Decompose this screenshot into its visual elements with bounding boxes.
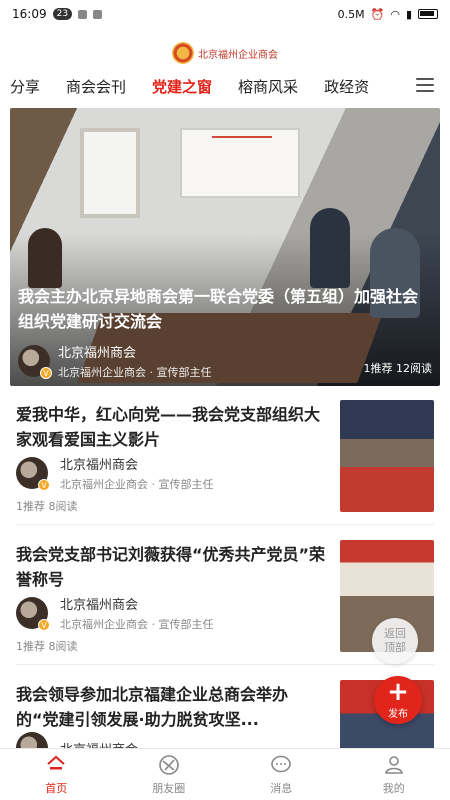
tab-politics-economy[interactable]: 政经资 [324, 76, 369, 97]
moments-icon [158, 755, 179, 775]
app-notification-icon [78, 9, 88, 19]
bottom-nav: 首页 朋友圈 消息 我的 [0, 748, 450, 800]
hero-title: 我会主办北京异地商会第一联合党委（第五组）加强社会组织党建研讨交流会 [18, 287, 419, 331]
author-role: 北京福州企业商会 · 宣传部主任 [60, 478, 214, 491]
nav-home[interactable]: 首页 [0, 749, 113, 800]
message-icon [271, 755, 292, 773]
nav-profile[interactable]: 我的 [338, 749, 450, 800]
author-name: 北京福州商会 [60, 598, 139, 613]
nav-label: 朋友圈 [152, 782, 186, 795]
article-stats: 1推荐 8阅读 [16, 640, 78, 653]
article-title: 我会领导参加北京福建企业总商会举办的“党建引领发展·助力脱贫攻坚... [16, 685, 289, 729]
avatar[interactable]: V [16, 732, 48, 748]
network-speed: 0.5M [337, 7, 365, 21]
author-role: 北京福州企业商会 · 宣传部主任 [58, 366, 212, 379]
back-to-top-label: 顶部 [384, 641, 406, 654]
tab-journal[interactable]: 商会会刊 [66, 76, 126, 97]
wifi-icon: ◠ [390, 7, 400, 21]
chamber-logo-icon [172, 42, 194, 64]
hero-image-screen [180, 128, 300, 198]
notification-count-badge: 23 [52, 8, 73, 20]
author-name: 北京福州商会 [60, 458, 139, 473]
back-to-top-label: 返回 [384, 627, 406, 640]
hero-author: V 北京福州商会 北京福州企业商会 · 宣传部主任 [18, 342, 212, 380]
nav-messages[interactable]: 消息 [225, 749, 338, 800]
article-title: 我会党支部书记刘薇获得“优秀共产党员”荣誉称号 [16, 545, 326, 589]
tabs-menu-icon[interactable] [416, 78, 434, 92]
author-name: 北京福州商会 [58, 346, 137, 361]
hero-image-window [80, 128, 140, 218]
article-author: V 北京福州商会 北京福州企业商会 · 宣传部主任 [16, 594, 214, 632]
article-author: V 北京福州商会 北京福州企业商会 · 宣传部主任 [16, 454, 214, 492]
back-to-top-button[interactable]: 返回 顶部 [372, 618, 418, 664]
tab-share[interactable]: 分享 [10, 76, 40, 97]
user-notification-icon [93, 9, 103, 19]
plus-icon: + [387, 676, 409, 707]
author-role: 北京福州企业商会 · 宣传部主任 [60, 618, 214, 631]
status-right: 0.5M ⏰ ◠ ▮ [338, 8, 438, 21]
divider [16, 524, 434, 525]
battery-icon [418, 9, 438, 19]
verified-icon: V [38, 619, 50, 631]
status-time: 16:09 [12, 7, 47, 21]
alarm-icon: ⏰ [370, 7, 385, 21]
category-tabs: 分享 商会会刊 党建之窗 榕商风采 政经资 [0, 68, 450, 104]
signal-icon: ▮ [405, 7, 412, 21]
article-author: V 北京福州商会 [16, 732, 138, 748]
article-stats: 1推荐 8阅读 [16, 500, 78, 513]
hero-image-person [310, 208, 350, 288]
hero-image-person [28, 228, 62, 288]
publish-button[interactable]: + 发布 [374, 676, 422, 724]
nav-label: 我的 [382, 782, 405, 795]
status-bar: 16:09 23 0.5M ⏰ ◠ ▮ [0, 0, 450, 28]
hero-article-card[interactable]: 我会主办北京异地商会第一联合党委（第五组）加强社会组织党建研讨交流会 V 北京福… [10, 108, 440, 386]
avatar[interactable]: V [16, 457, 50, 491]
avatar[interactable]: V [16, 597, 50, 631]
nav-moments[interactable]: 朋友圈 [113, 749, 226, 800]
publish-label: 发布 [388, 708, 408, 720]
tab-party-building[interactable]: 党建之窗 [152, 76, 212, 97]
list-item[interactable]: 爱我中华，红心向党——我会党支部组织大家观看爱国主义影片 V 北京福州商会 北京… [0, 396, 450, 520]
nav-label: 首页 [45, 782, 68, 795]
article-title: 爱我中华，红心向党——我会党支部组织大家观看爱国主义影片 [16, 405, 321, 449]
home-icon [47, 755, 65, 770]
tab-rong-merchants[interactable]: 榕商风采 [238, 76, 298, 97]
verified-icon: V [40, 367, 52, 379]
logo-text: 北京福州企业商会 [198, 49, 278, 61]
app-logo-header: 北京福州企业商会 [0, 38, 450, 68]
avatar[interactable]: V [18, 345, 52, 379]
hero-stats: 1推荐 12阅读 [363, 362, 433, 375]
verified-icon: V [38, 479, 50, 491]
divider [16, 664, 434, 665]
article-thumbnail [340, 400, 434, 512]
author-name: 北京福州商会 [60, 739, 138, 749]
profile-icon [384, 756, 403, 774]
status-left: 16:09 23 [12, 7, 103, 21]
nav-label: 消息 [270, 782, 293, 795]
